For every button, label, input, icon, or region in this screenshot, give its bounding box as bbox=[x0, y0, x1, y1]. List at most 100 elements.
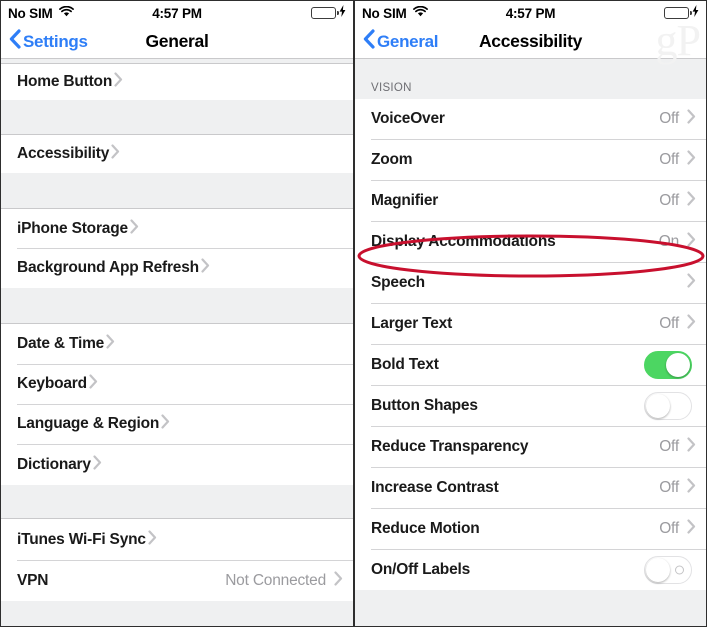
list-gap bbox=[1, 288, 353, 324]
row-bold-text[interactable]: Bold Text bbox=[355, 344, 706, 385]
row-language-region[interactable]: Language & Region bbox=[1, 404, 353, 444]
chevron-right-icon bbox=[130, 218, 139, 239]
row-label: Magnifier bbox=[371, 191, 439, 209]
row-button-shapes[interactable]: Button Shapes bbox=[355, 385, 706, 426]
list-gap bbox=[1, 173, 353, 209]
row-label: VPN bbox=[17, 571, 49, 589]
status-bar: No SIM 4:57 PM bbox=[1, 1, 353, 25]
chevron-right-icon bbox=[687, 149, 696, 170]
row-date-time[interactable]: Date & Time bbox=[1, 324, 353, 364]
row-value: Off bbox=[659, 314, 679, 332]
lightning-bolt-icon bbox=[692, 4, 699, 22]
row-value: Off bbox=[659, 519, 679, 537]
chevron-right-icon bbox=[89, 374, 98, 394]
chevron-right-icon bbox=[687, 436, 696, 457]
row-on-off-labels[interactable]: On/Off Labels bbox=[355, 549, 706, 590]
row-label: Increase Contrast bbox=[371, 478, 499, 496]
row-value: On bbox=[658, 232, 679, 250]
lightning-bolt-icon bbox=[339, 4, 346, 22]
section-header-vision: VISION bbox=[355, 75, 706, 99]
row-accessibility[interactable]: Accessibility bbox=[1, 135, 353, 173]
watermark: gP bbox=[655, 16, 701, 65]
row-value: Off bbox=[659, 110, 679, 127]
row-value: Off bbox=[659, 150, 679, 168]
row-label: Date & Time bbox=[17, 335, 105, 352]
chevron-right-icon bbox=[687, 313, 696, 334]
row-label: Background App Refresh bbox=[17, 259, 199, 276]
back-button-label: Settings bbox=[23, 31, 88, 51]
settings-group: VoiceOver Off Zoom Off Magnifier Off Dis… bbox=[355, 99, 706, 590]
row-increase-contrast[interactable]: Increase Contrast Off bbox=[355, 467, 706, 508]
chevron-right-icon bbox=[687, 190, 696, 211]
battery-icon bbox=[664, 7, 692, 19]
row-reduce-motion[interactable]: Reduce Motion Off bbox=[355, 508, 706, 549]
clock-label: 4:57 PM bbox=[505, 5, 556, 21]
chevron-right-icon bbox=[687, 109, 696, 129]
list-gap bbox=[1, 100, 353, 135]
chevron-right-icon bbox=[111, 144, 120, 164]
chevron-left-icon bbox=[9, 29, 21, 54]
toggle-bold-text[interactable] bbox=[644, 350, 692, 379]
row-label: Zoom bbox=[371, 150, 413, 168]
row-label: Reduce Transparency bbox=[371, 437, 529, 455]
status-bar-right bbox=[311, 4, 346, 22]
row-label: Speech bbox=[371, 273, 425, 291]
row-home-button[interactable]: Home Button bbox=[1, 64, 353, 100]
row-label: Language & Region bbox=[17, 415, 160, 432]
row-iphone-storage[interactable]: iPhone Storage bbox=[1, 209, 353, 248]
settings-list-accessibility: VISION VoiceOver Off Zoom Off Magnifier … bbox=[355, 59, 706, 626]
row-label: Dictionary bbox=[17, 455, 91, 473]
toggle-off-circle-icon bbox=[675, 565, 684, 574]
row-magnifier[interactable]: Magnifier Off bbox=[355, 180, 706, 221]
phone-screen-general: No SIM 4:57 PM Settings General Home But… bbox=[0, 0, 354, 627]
toggle-on-off-labels[interactable] bbox=[644, 555, 692, 584]
settings-group: Home Button bbox=[1, 64, 353, 100]
settings-group: Accessibility bbox=[1, 135, 353, 173]
chevron-right-icon bbox=[93, 454, 102, 475]
back-button-label: General bbox=[377, 31, 439, 51]
chevron-right-icon bbox=[201, 258, 210, 278]
row-display-accommodations[interactable]: Display Accommodations On bbox=[355, 221, 706, 262]
row-itunes-wifi-sync[interactable]: iTunes Wi-Fi Sync bbox=[1, 519, 353, 560]
row-label: On/Off Labels bbox=[371, 560, 471, 578]
chevron-right-icon bbox=[687, 231, 696, 252]
row-label: Display Accommodations bbox=[371, 232, 556, 250]
chevron-right-icon bbox=[687, 477, 696, 498]
row-vpn[interactable]: VPN Not Connected bbox=[1, 560, 353, 601]
battery-icon bbox=[311, 7, 339, 19]
settings-list-general: Home Button Accessibility iPhone Storage… bbox=[1, 59, 353, 626]
status-bar: No SIM 4:57 PM bbox=[355, 1, 706, 25]
row-zoom[interactable]: Zoom Off bbox=[355, 139, 706, 180]
chevron-right-icon bbox=[334, 570, 343, 591]
row-keyboard[interactable]: Keyboard bbox=[1, 364, 353, 404]
chevron-right-icon bbox=[687, 272, 696, 293]
row-speech[interactable]: Speech bbox=[355, 262, 706, 303]
row-larger-text[interactable]: Larger Text Off bbox=[355, 303, 706, 344]
chevron-right-icon bbox=[687, 518, 696, 539]
list-gap bbox=[355, 59, 706, 75]
back-button-general[interactable]: General bbox=[363, 29, 439, 54]
settings-group: iTunes Wi-Fi Sync VPN Not Connected bbox=[1, 519, 353, 601]
row-label: Button Shapes bbox=[371, 396, 478, 414]
chevron-left-icon bbox=[363, 29, 375, 54]
row-dictionary[interactable]: Dictionary bbox=[1, 444, 353, 485]
status-bar-right bbox=[664, 4, 699, 22]
row-value: Off bbox=[659, 437, 679, 455]
toggle-knob bbox=[666, 352, 690, 377]
row-label: Reduce Motion bbox=[371, 519, 480, 537]
chevron-right-icon bbox=[161, 414, 170, 434]
row-voiceover[interactable]: VoiceOver Off bbox=[355, 99, 706, 139]
settings-group: iPhone Storage Background App Refresh bbox=[1, 209, 353, 288]
settings-group: Date & Time Keyboard Language & Region D… bbox=[1, 324, 353, 485]
row-background-app-refresh[interactable]: Background App Refresh bbox=[1, 248, 353, 288]
toggle-knob bbox=[646, 393, 670, 418]
toggle-button-shapes[interactable] bbox=[644, 391, 692, 420]
list-gap bbox=[1, 485, 353, 519]
back-button-settings[interactable]: Settings bbox=[9, 29, 88, 54]
row-value: Off bbox=[659, 478, 679, 496]
row-label: Keyboard bbox=[17, 375, 87, 392]
row-reduce-transparency[interactable]: Reduce Transparency Off bbox=[355, 426, 706, 467]
row-label: iPhone Storage bbox=[17, 219, 128, 237]
phone-screen-accessibility: No SIM 4:57 PM General Accessibility gP … bbox=[354, 0, 707, 627]
row-label: Bold Text bbox=[371, 355, 439, 373]
